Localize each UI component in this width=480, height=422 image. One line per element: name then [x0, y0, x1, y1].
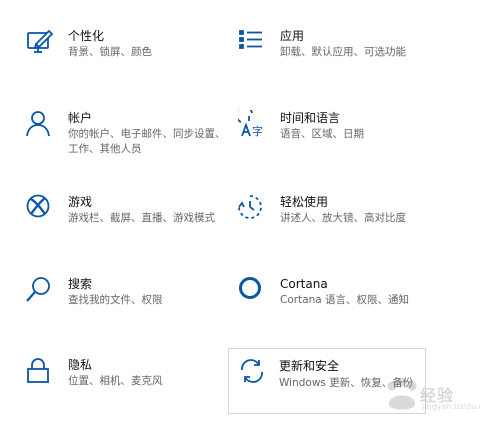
watermark-url: jingyan.baidu.com: [422, 402, 480, 411]
personalization-icon: [26, 28, 54, 56]
tile-description: 讲述人、放大镜、高对比度: [280, 212, 406, 224]
xbox-icon: [26, 194, 54, 222]
time-language-icon: 字: [238, 110, 266, 138]
svg-text:字: 字: [252, 124, 263, 138]
tile-description: Cortana 语言、权限、通知: [280, 294, 410, 306]
tile-description: 游戏栏、截屏、直播、游戏模式: [68, 212, 215, 224]
settings-tile-accounts[interactable]: 帐户 你的帐户、电子邮件、同步设置、工作、其他人员: [26, 110, 226, 160]
settings-tile-ease-of-access[interactable]: 轻松使用 讲述人、放大镜、高对比度: [238, 194, 438, 244]
settings-tile-privacy[interactable]: 隐私 位置、相机、麦克风: [26, 357, 226, 407]
privacy-icon: [26, 357, 54, 385]
tile-title: 帐户: [68, 111, 93, 125]
settings-tile-search[interactable]: 搜索 查找我的文件、权限: [26, 276, 226, 326]
search-icon: [26, 276, 54, 304]
update-security-icon: [239, 358, 267, 386]
watermark-logo: 经验 jingyan.baidu.com: [382, 378, 480, 416]
tile-title: 隐私: [68, 358, 93, 372]
settings-tile-gaming[interactable]: 游戏 游戏栏、截屏、直播、游戏模式: [26, 194, 226, 244]
settings-tile-personalization[interactable]: 个性化 背景、锁屏、颜色: [26, 28, 226, 78]
tile-title: 更新和安全: [279, 359, 340, 373]
tile-description: 语音、区域、日期: [280, 128, 364, 140]
tile-description: 位置、相机、麦克风: [68, 375, 163, 387]
tile-description: 卸载、默认应用、可选功能: [280, 46, 406, 58]
tile-title: 时间和语言: [280, 111, 341, 125]
ease-of-access-icon: [238, 194, 266, 222]
settings-tile-apps[interactable]: 应用 卸载、默认应用、可选功能: [238, 28, 438, 78]
tile-description: 查找我的文件、权限: [68, 294, 163, 306]
tile-title: 个性化: [68, 29, 105, 43]
tile-title: Cortana: [280, 277, 328, 291]
tile-title: 轻松使用: [280, 195, 329, 209]
accounts-icon: [26, 110, 54, 138]
tile-title: 搜索: [68, 277, 93, 291]
cortana-icon: [238, 276, 266, 304]
settings-tile-cortana[interactable]: Cortana Cortana 语言、权限、通知: [238, 276, 438, 326]
tile-title: 应用: [280, 29, 305, 43]
tile-title: 游戏: [68, 195, 93, 209]
apps-icon: [238, 28, 266, 56]
settings-tile-time-language[interactable]: 字 时间和语言 语音、区域、日期: [238, 110, 438, 160]
tile-description: 背景、锁屏、颜色: [68, 46, 152, 58]
tile-description: 你的帐户、电子邮件、同步设置、工作、其他人员: [68, 128, 226, 155]
